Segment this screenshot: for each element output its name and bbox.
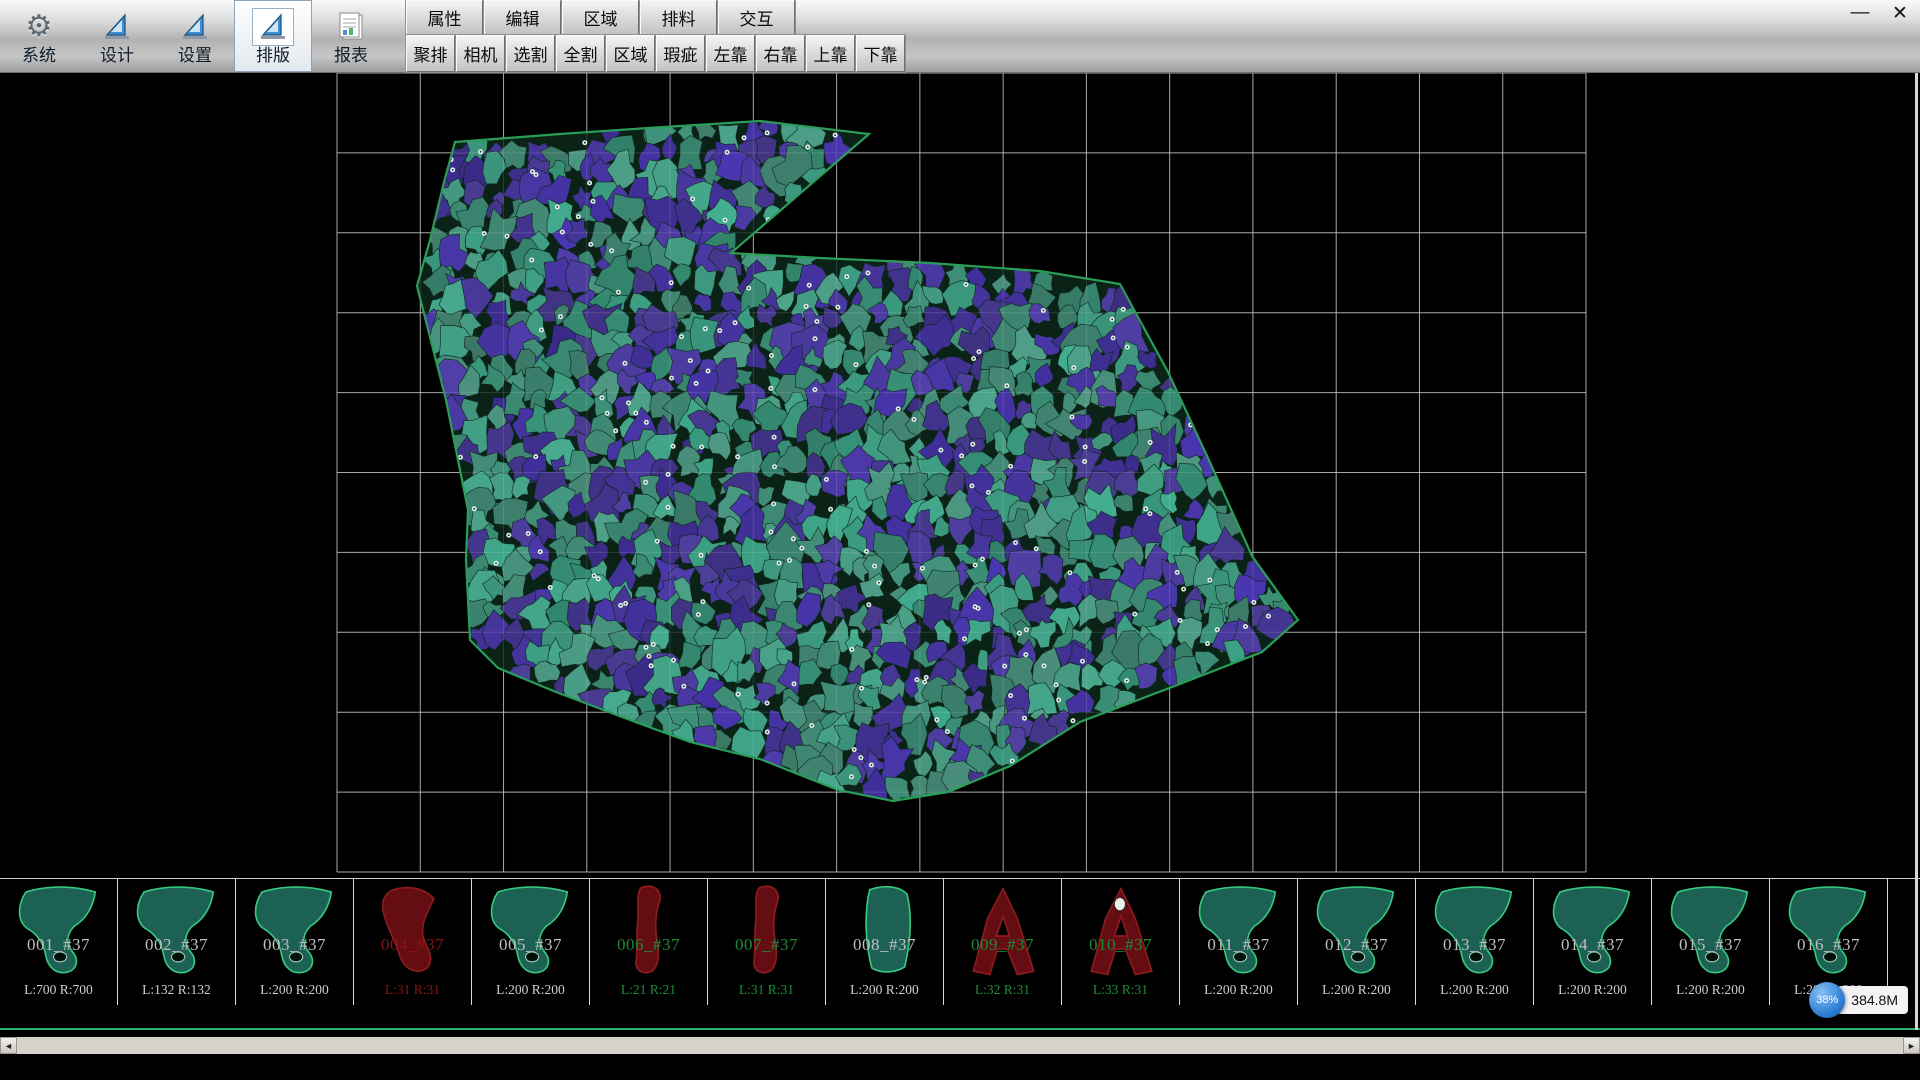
piece-name: 002_#37 — [118, 935, 235, 955]
menu-tab-interact[interactable]: 交互 — [718, 0, 795, 35]
piece-meta: L:200 R:200 — [1416, 982, 1533, 998]
piece-thumbnail-011[interactable]: 011_#37 L:200 R:200 — [1180, 879, 1298, 1005]
piece-name: 001_#37 — [0, 935, 117, 955]
piece-meta: L:200 R:200 — [1298, 982, 1415, 998]
piece-meta: L:132 R:132 — [118, 982, 235, 998]
piece-name: 003_#37 — [236, 935, 353, 955]
window-controls: — ✕ — [1848, 2, 1912, 24]
app-tab-icon-tile: ⚙ — [18, 8, 60, 46]
piece-thumbnail-013[interactable]: 013_#37 L:200 R:200 — [1416, 879, 1534, 1005]
piece-name: 011_#37 — [1180, 935, 1297, 955]
close-button[interactable]: ✕ — [1888, 2, 1912, 24]
piece-name: 005_#37 — [472, 935, 589, 955]
design-icon — [100, 10, 134, 44]
piece-meta: L:31 R:31 — [708, 982, 825, 998]
canvas-right-scroll-edge[interactable] — [1915, 73, 1918, 1030]
report-icon — [334, 10, 368, 44]
piece-meta: L:32 R:31 — [944, 982, 1061, 998]
piece-name: 004_#37 — [354, 935, 471, 955]
piece-thumbnail-014[interactable]: 014_#37 L:200 R:200 — [1534, 879, 1652, 1005]
piece-name: 008_#37 — [826, 935, 943, 955]
piece-thumbnail-006[interactable]: 006_#37 L:21 R:21 — [590, 879, 708, 1005]
tool-button-region[interactable]: 区域 — [606, 35, 655, 72]
progress-value: 38% — [1816, 994, 1838, 1006]
scroll-right-icon[interactable]: ► — [1903, 1037, 1920, 1054]
tool-button-align-right[interactable]: 右靠 — [756, 35, 805, 72]
piece-name: 014_#37 — [1534, 935, 1651, 955]
app-tab-icon-tile — [96, 8, 138, 46]
piece-thumbnail-001[interactable]: 001_#37 L:700 R:700 — [0, 879, 118, 1005]
tool-button-cluster-nest[interactable]: 聚排 — [406, 35, 455, 72]
menu-area: 属性编辑区域排料交互 聚排相机选割全割区域瑕疵左靠右靠上靠下靠 — [406, 0, 906, 72]
piece-thumbnail-003[interactable]: 003_#37 L:200 R:200 — [236, 879, 354, 1005]
minimize-button[interactable]: — — [1848, 2, 1872, 24]
piece-meta: L:200 R:200 — [236, 982, 353, 998]
app-tab-label: 设置 — [178, 47, 212, 65]
piece-thumbnail-010[interactable]: 010_#37 L:33 R:31 — [1062, 879, 1180, 1005]
piece-name: 009_#37 — [944, 935, 1061, 955]
settings-icon — [178, 10, 212, 44]
app-tabs: ⚙ 系统 设计 设置 排版 报表 — [0, 0, 390, 72]
menu-tab-edit[interactable]: 编辑 — [484, 0, 561, 35]
tool-button-align-left[interactable]: 左靠 — [706, 35, 755, 72]
piece-name: 012_#37 — [1298, 935, 1415, 955]
tool-button-align-bottom[interactable]: 下靠 — [856, 35, 905, 72]
tool-button-align-top[interactable]: 上靠 — [806, 35, 855, 72]
memory-value: 384.8M — [1837, 986, 1908, 1014]
piece-thumbnail-007[interactable]: 007_#37 L:31 R:31 — [708, 879, 826, 1005]
piece-name: 016_#37 — [1770, 935, 1887, 955]
piece-meta: L:200 R:200 — [1534, 982, 1651, 998]
tool-button-select-cut[interactable]: 选割 — [506, 35, 555, 72]
piece-name: 006_#37 — [590, 935, 707, 955]
nesting-icon — [256, 10, 290, 44]
piece-meta: L:21 R:21 — [590, 982, 707, 998]
tool-button-defect[interactable]: 瑕疵 — [656, 35, 705, 72]
gear-icon: ⚙ — [26, 9, 53, 44]
piece-meta: L:200 R:200 — [472, 982, 589, 998]
menu-tab-properties[interactable]: 属性 — [406, 0, 483, 35]
piece-meta: L:200 R:200 — [826, 982, 943, 998]
piece-thumbnail-008[interactable]: 008_#37 L:200 R:200 — [826, 879, 944, 1005]
piece-meta: L:200 R:200 — [1652, 982, 1769, 998]
app-tab-label: 报表 — [334, 47, 368, 65]
app-tab-label: 排版 — [256, 47, 290, 65]
app-tab-icon-tile — [252, 8, 294, 46]
piece-thumbnail-009[interactable]: 009_#37 L:32 R:31 — [944, 879, 1062, 1005]
piece-meta: L:200 R:200 — [1180, 982, 1297, 998]
menu-tab-nest[interactable]: 排料 — [640, 0, 717, 35]
app-tab-system[interactable]: ⚙ 系统 — [0, 0, 78, 72]
menu-tab-region[interactable]: 区域 — [562, 0, 639, 35]
piece-thumbnail-004[interactable]: 004_#37 L:31 R:31 — [354, 879, 472, 1005]
piece-thumbnail-005[interactable]: 005_#37 L:200 R:200 — [472, 879, 590, 1005]
app-tab-report[interactable]: 报表 — [312, 0, 390, 72]
piece-meta: L:700 R:700 — [0, 982, 117, 998]
horizontal-scrollbar[interactable]: ◄ ► — [0, 1037, 1920, 1054]
piece-thumbnail-012[interactable]: 012_#37 L:200 R:200 — [1298, 879, 1416, 1005]
piece-thumbnail-002[interactable]: 002_#37 L:132 R:132 — [118, 879, 236, 1005]
piece-meta: L:33 R:31 — [1062, 982, 1179, 998]
piece-name: 007_#37 — [708, 935, 825, 955]
menu-tabs: 属性编辑区域排料交互 — [406, 0, 906, 35]
scroll-left-icon[interactable]: ◄ — [0, 1037, 17, 1054]
piece-meta: L:31 R:31 — [354, 982, 471, 998]
memory-status-badge: 38% 384.8M — [1809, 982, 1908, 1018]
app-tab-nesting[interactable]: 排版 — [234, 0, 312, 72]
app-tab-design[interactable]: 设计 — [78, 0, 156, 72]
app-tab-icon-tile — [330, 8, 372, 46]
app-tab-icon-tile — [174, 8, 216, 46]
app-tab-label: 系统 — [22, 47, 56, 65]
tool-buttons: 聚排相机选割全割区域瑕疵左靠右靠上靠下靠 — [406, 35, 906, 72]
piece-name: 013_#37 — [1416, 935, 1533, 955]
app-tab-settings[interactable]: 设置 — [156, 0, 234, 72]
piece-thumbnail-cells: 001_#37L:700 R:700002_#37L:132 R:132003_… — [0, 879, 1920, 1005]
piece-thumbnail-015[interactable]: 015_#37 L:200 R:200 — [1652, 879, 1770, 1005]
piece-thumbnail-strip: 001_#37L:700 R:700002_#37L:132 R:132003_… — [0, 878, 1920, 1030]
piece-name: 010_#37 — [1062, 935, 1179, 955]
app-tab-label: 设计 — [100, 47, 134, 65]
tool-button-cut-all[interactable]: 全割 — [556, 35, 605, 72]
main-toolbar: ⚙系统设计设置排版报表 属性编辑区域排料交互 聚排相机选割全割区域瑕疵左靠右靠上… — [0, 0, 1920, 73]
tool-button-camera[interactable]: 相机 — [456, 35, 505, 72]
piece-name: 015_#37 — [1652, 935, 1769, 955]
